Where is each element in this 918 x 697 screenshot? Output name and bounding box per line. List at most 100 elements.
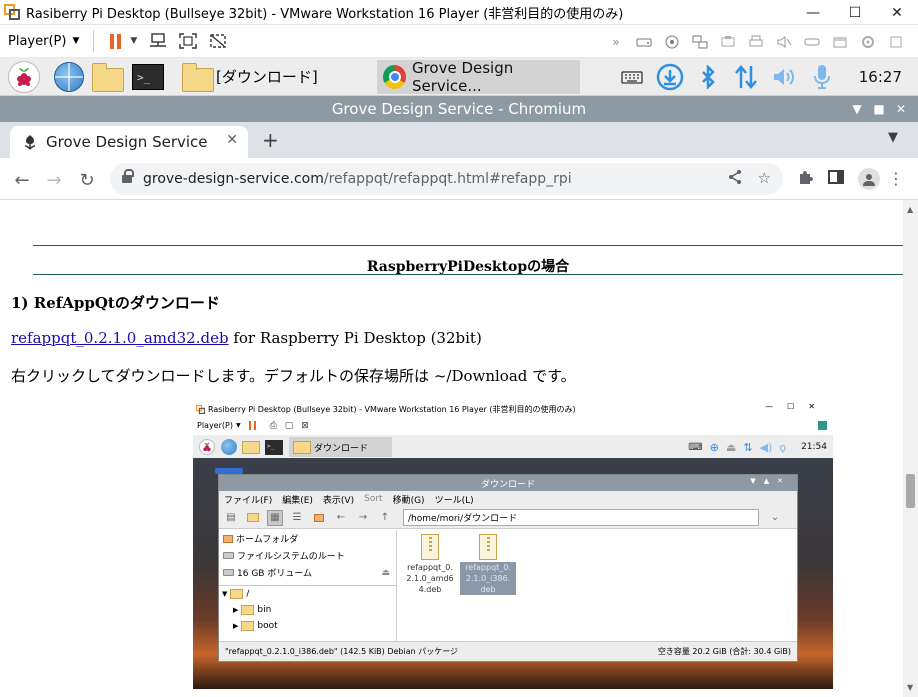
vmware-logo-icon bbox=[4, 4, 20, 20]
section-heading: RaspberryPiDesktopの場合 bbox=[366, 259, 570, 275]
menu-sort: Sort bbox=[364, 494, 383, 504]
new-tab-plus-icon[interactable]: + bbox=[262, 128, 279, 152]
tab-close-icon[interactable]: ✕ bbox=[226, 132, 238, 148]
tab-grove-design-service[interactable]: Grove Design Service ✕ bbox=[10, 126, 248, 158]
close-button[interactable]: ✕ bbox=[876, 0, 918, 25]
download-sub-heading: 1) RefAppQtのダウンロード bbox=[11, 294, 220, 312]
profile-avatar-icon[interactable] bbox=[858, 168, 880, 190]
sound-card-icon[interactable] bbox=[773, 31, 795, 53]
browser-menu-kebab-icon[interactable]: ⋮ bbox=[888, 169, 904, 188]
back-arrow-icon[interactable]: ← bbox=[10, 168, 34, 192]
vm-fullscreen-device-icon[interactable] bbox=[885, 31, 907, 53]
taskbar-clock[interactable]: 16:27 bbox=[859, 68, 902, 86]
scroll-up-arrow-icon[interactable]: ▲ bbox=[907, 205, 913, 214]
pause-icon bbox=[109, 33, 121, 49]
section-bottom-rule bbox=[33, 274, 903, 275]
serial-port-icon[interactable] bbox=[801, 31, 823, 53]
scroll-down-arrow-icon[interactable]: ▼ bbox=[907, 683, 913, 692]
screenshot-clock: 21:54 bbox=[801, 442, 827, 452]
file-manager-path-input: /home/mori/ダウンロード bbox=[403, 509, 759, 526]
updates-download-icon: ⊕ bbox=[709, 440, 719, 454]
chromium-minimize-icon[interactable]: ▼ bbox=[846, 102, 868, 116]
volume-icon: ◀) bbox=[759, 440, 773, 454]
screenshot-vm-title-bar: Rasiberry Pi Desktop (Bullseye 32bit) - … bbox=[193, 402, 833, 416]
screenshot-messages-icon bbox=[818, 421, 827, 430]
eject-icon: ⏏ bbox=[725, 440, 737, 454]
deb-download-link[interactable]: refappqt_0.2.1.0_amd32.deb bbox=[11, 329, 229, 347]
fullscreen-button[interactable] bbox=[177, 30, 199, 52]
extensions-puzzle-icon[interactable] bbox=[798, 169, 814, 189]
taskbar-item-chromium[interactable]: Grove Design Service... bbox=[377, 59, 580, 95]
place-home-folder: ホームフォルダ bbox=[219, 530, 396, 547]
keyboard-icon: ⌨ bbox=[688, 441, 703, 453]
tab-title: Grove Design Service bbox=[46, 133, 208, 151]
directory-tree: ▼ / ▶ bin ▶ boot bbox=[219, 585, 397, 642]
web-browser-launcher-icon[interactable] bbox=[54, 61, 84, 92]
updates-download-icon[interactable] bbox=[655, 62, 685, 92]
keyboard-icon[interactable] bbox=[617, 62, 647, 92]
drive-icon bbox=[223, 552, 234, 559]
tree-label: bin bbox=[257, 605, 272, 615]
vm-settings-gear-icon[interactable] bbox=[857, 31, 879, 53]
drive-icon bbox=[223, 569, 234, 576]
address-bar[interactable]: grove-design-service.com /refappqt/refap… bbox=[110, 163, 783, 195]
chromium-icon bbox=[383, 65, 406, 89]
file-manager-launcher-icon[interactable] bbox=[92, 62, 124, 92]
send-ctrl-alt-del-button[interactable] bbox=[147, 30, 169, 52]
file-item-i386: refappqt_0. 2.1.0_i386. deb bbox=[460, 534, 516, 595]
eject-icon: ⏏ bbox=[381, 567, 390, 578]
pause-menu-chevron-icon[interactable]: ▼ bbox=[130, 36, 137, 46]
player-menu-button[interactable]: Player(P) ▼ bbox=[0, 25, 87, 58]
tab-search-chevron-icon[interactable]: ▼ bbox=[888, 130, 898, 145]
forward-arrow-icon[interactable]: → bbox=[42, 168, 66, 192]
taskbar-item-downloads-folder[interactable]: [ダウンロード] bbox=[178, 60, 322, 94]
side-panel-icon[interactable] bbox=[828, 169, 844, 189]
bluetooth-icon[interactable] bbox=[693, 62, 723, 92]
unity-mode-button[interactable] bbox=[207, 30, 229, 52]
file-manager-file-area: refappqt_0. 2.1.0_amd6 4.deb refappqt_0.… bbox=[399, 530, 797, 642]
scrollbar-thumb[interactable] bbox=[906, 474, 915, 508]
usb-device-icon[interactable] bbox=[717, 31, 739, 53]
up-arrow-icon: ↑ bbox=[380, 512, 390, 523]
minimize-button[interactable]: — bbox=[792, 0, 834, 25]
microphone-icon[interactable] bbox=[807, 62, 837, 92]
raspberry-menu-button[interactable] bbox=[8, 60, 40, 93]
messages-icon[interactable] bbox=[829, 31, 851, 53]
chromium-close-icon[interactable]: ✕ bbox=[890, 102, 912, 116]
printer-icon[interactable] bbox=[745, 31, 767, 53]
page-scrollbar[interactable]: ▲ ▼ bbox=[903, 200, 918, 697]
tree-expander-icon: ▶ bbox=[233, 622, 239, 630]
hard-disk-icon[interactable] bbox=[633, 31, 655, 53]
lock-icon[interactable] bbox=[122, 169, 134, 185]
more-devices-icon[interactable]: » bbox=[605, 31, 627, 53]
reload-icon[interactable]: ↻ bbox=[75, 168, 99, 192]
home-icon bbox=[311, 510, 327, 526]
file-manager-title: ダウンロード bbox=[480, 479, 535, 490]
cd-drive-icon[interactable] bbox=[661, 31, 683, 53]
menu-view: 表示(V) bbox=[322, 495, 355, 506]
network-transfer-icon[interactable] bbox=[731, 62, 761, 92]
file-manager-body: ホームフォルダ ファイルシステムのルート 16 GB ボリューム ⏏ ▼ / ▶… bbox=[219, 530, 797, 642]
pause-vm-button[interactable] bbox=[104, 30, 126, 52]
volume-icon[interactable] bbox=[769, 62, 799, 92]
folder-icon bbox=[182, 62, 214, 92]
fullscreen-icon bbox=[179, 33, 197, 49]
screenshot-player-menu: Player(P) bbox=[197, 421, 233, 430]
new-window-icon: ▤ bbox=[226, 512, 236, 523]
rpi-taskbar: >_ [ダウンロード] Grove Design Service... 16:2… bbox=[0, 58, 918, 96]
chromium-maximize-icon[interactable]: ■ bbox=[868, 102, 890, 116]
network-transfer-icon: ⇅ bbox=[743, 440, 753, 454]
menu-go: 移動(G) bbox=[392, 495, 425, 506]
pause-icon bbox=[248, 421, 256, 430]
globe-icon bbox=[221, 439, 237, 455]
free-space-status: 空き容量 20.2 GiB (合計: 30.4 GiB) bbox=[657, 647, 791, 656]
share-icon[interactable] bbox=[728, 169, 742, 189]
network-adapter-icon[interactable] bbox=[689, 31, 711, 53]
terminal-launcher-icon[interactable]: >_ bbox=[132, 63, 164, 90]
bookmark-star-icon[interactable]: ☆ bbox=[758, 169, 771, 189]
section-top-rule bbox=[33, 245, 903, 246]
folder-icon bbox=[293, 440, 311, 454]
maximize-button[interactable]: ☐ bbox=[834, 0, 876, 25]
screenshot-task-label: ダウンロード bbox=[314, 443, 369, 454]
chevron-down-icon: ▼ bbox=[235, 422, 241, 429]
